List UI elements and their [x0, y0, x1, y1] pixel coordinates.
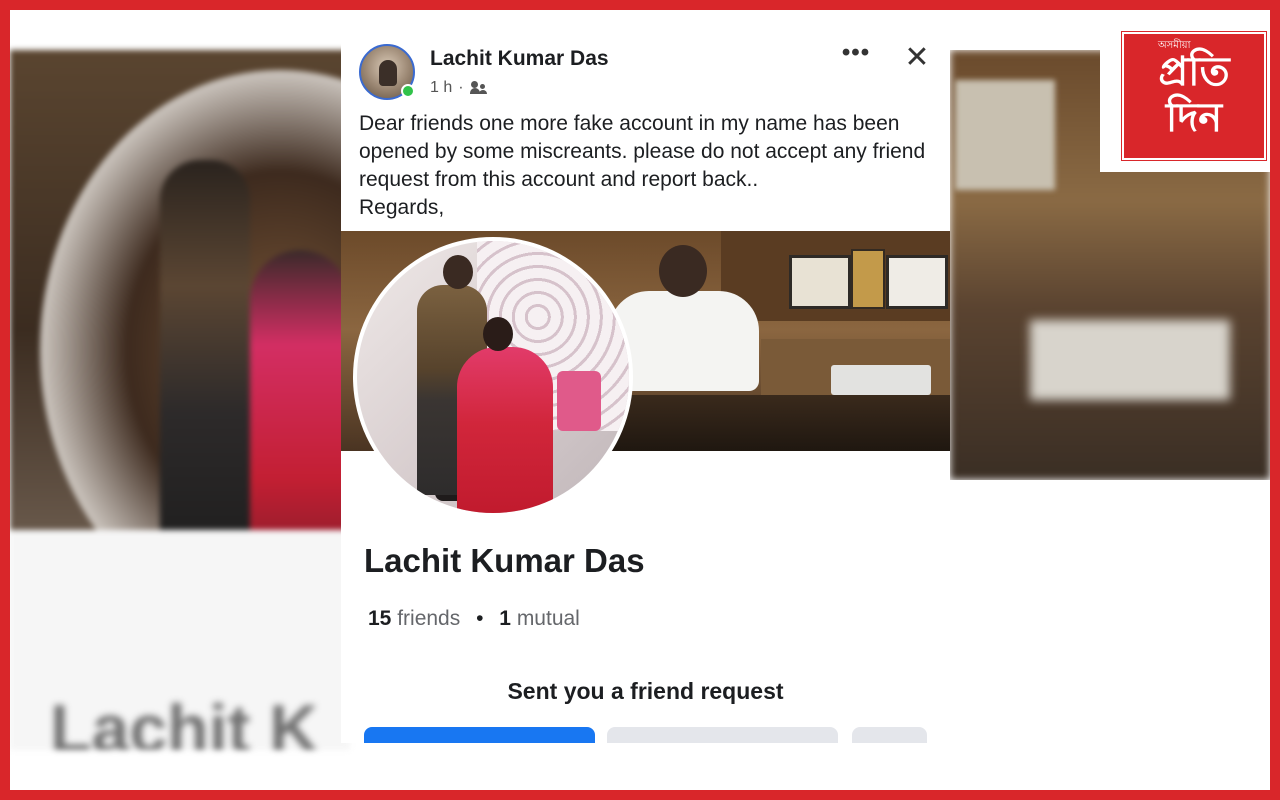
profile-picture[interactable] — [353, 237, 633, 517]
post-meta: 1 h · — [430, 79, 488, 97]
blurred-background-left: Lachit K — [10, 50, 350, 750]
more-options-button[interactable]: ••• — [838, 41, 874, 68]
more-actions-button[interactable] — [852, 727, 927, 743]
friend-request-notice: Sent you a friend request — [507, 678, 784, 704]
friends-label[interactable]: friends — [397, 607, 460, 630]
post-author-name[interactable]: Lachit Kumar Das — [430, 47, 609, 71]
post-header: Lachit Kumar Das 1 h · ••• ✕ — [341, 32, 950, 102]
facebook-post-card: Lachit Kumar Das 1 h · ••• ✕ Dear friend… — [341, 32, 950, 743]
stats-bullet: • — [476, 607, 484, 630]
online-status-dot — [401, 84, 415, 98]
mutual-label[interactable]: mutual — [517, 607, 580, 630]
friends-count: 15 — [368, 607, 392, 630]
publisher-logo-area: অসমীয়া প্রতি দিন — [1100, 10, 1270, 172]
meta-separator: · — [458, 79, 464, 96]
logo-word-1: প্রতি — [1158, 49, 1230, 95]
logo-word-2: দিন — [1165, 95, 1223, 141]
profile-name: Lachit Kumar Das — [364, 542, 645, 579]
close-button[interactable]: ✕ — [903, 43, 931, 73]
mutual-count: 1 — [499, 607, 511, 630]
pratidin-logo: অসমীয়া প্রতি দিন — [1122, 32, 1266, 160]
blurred-name-text: Lachit K — [50, 691, 319, 750]
delete-request-button[interactable] — [607, 727, 838, 743]
friend-stats: 15 friends • 1 mutual — [368, 607, 580, 631]
post-timestamp[interactable]: 1 h — [430, 79, 452, 97]
friends-icon — [469, 81, 488, 95]
confirm-request-button[interactable] — [364, 727, 595, 743]
post-body-text: Dear friends one more fake account in my… — [359, 112, 926, 219]
